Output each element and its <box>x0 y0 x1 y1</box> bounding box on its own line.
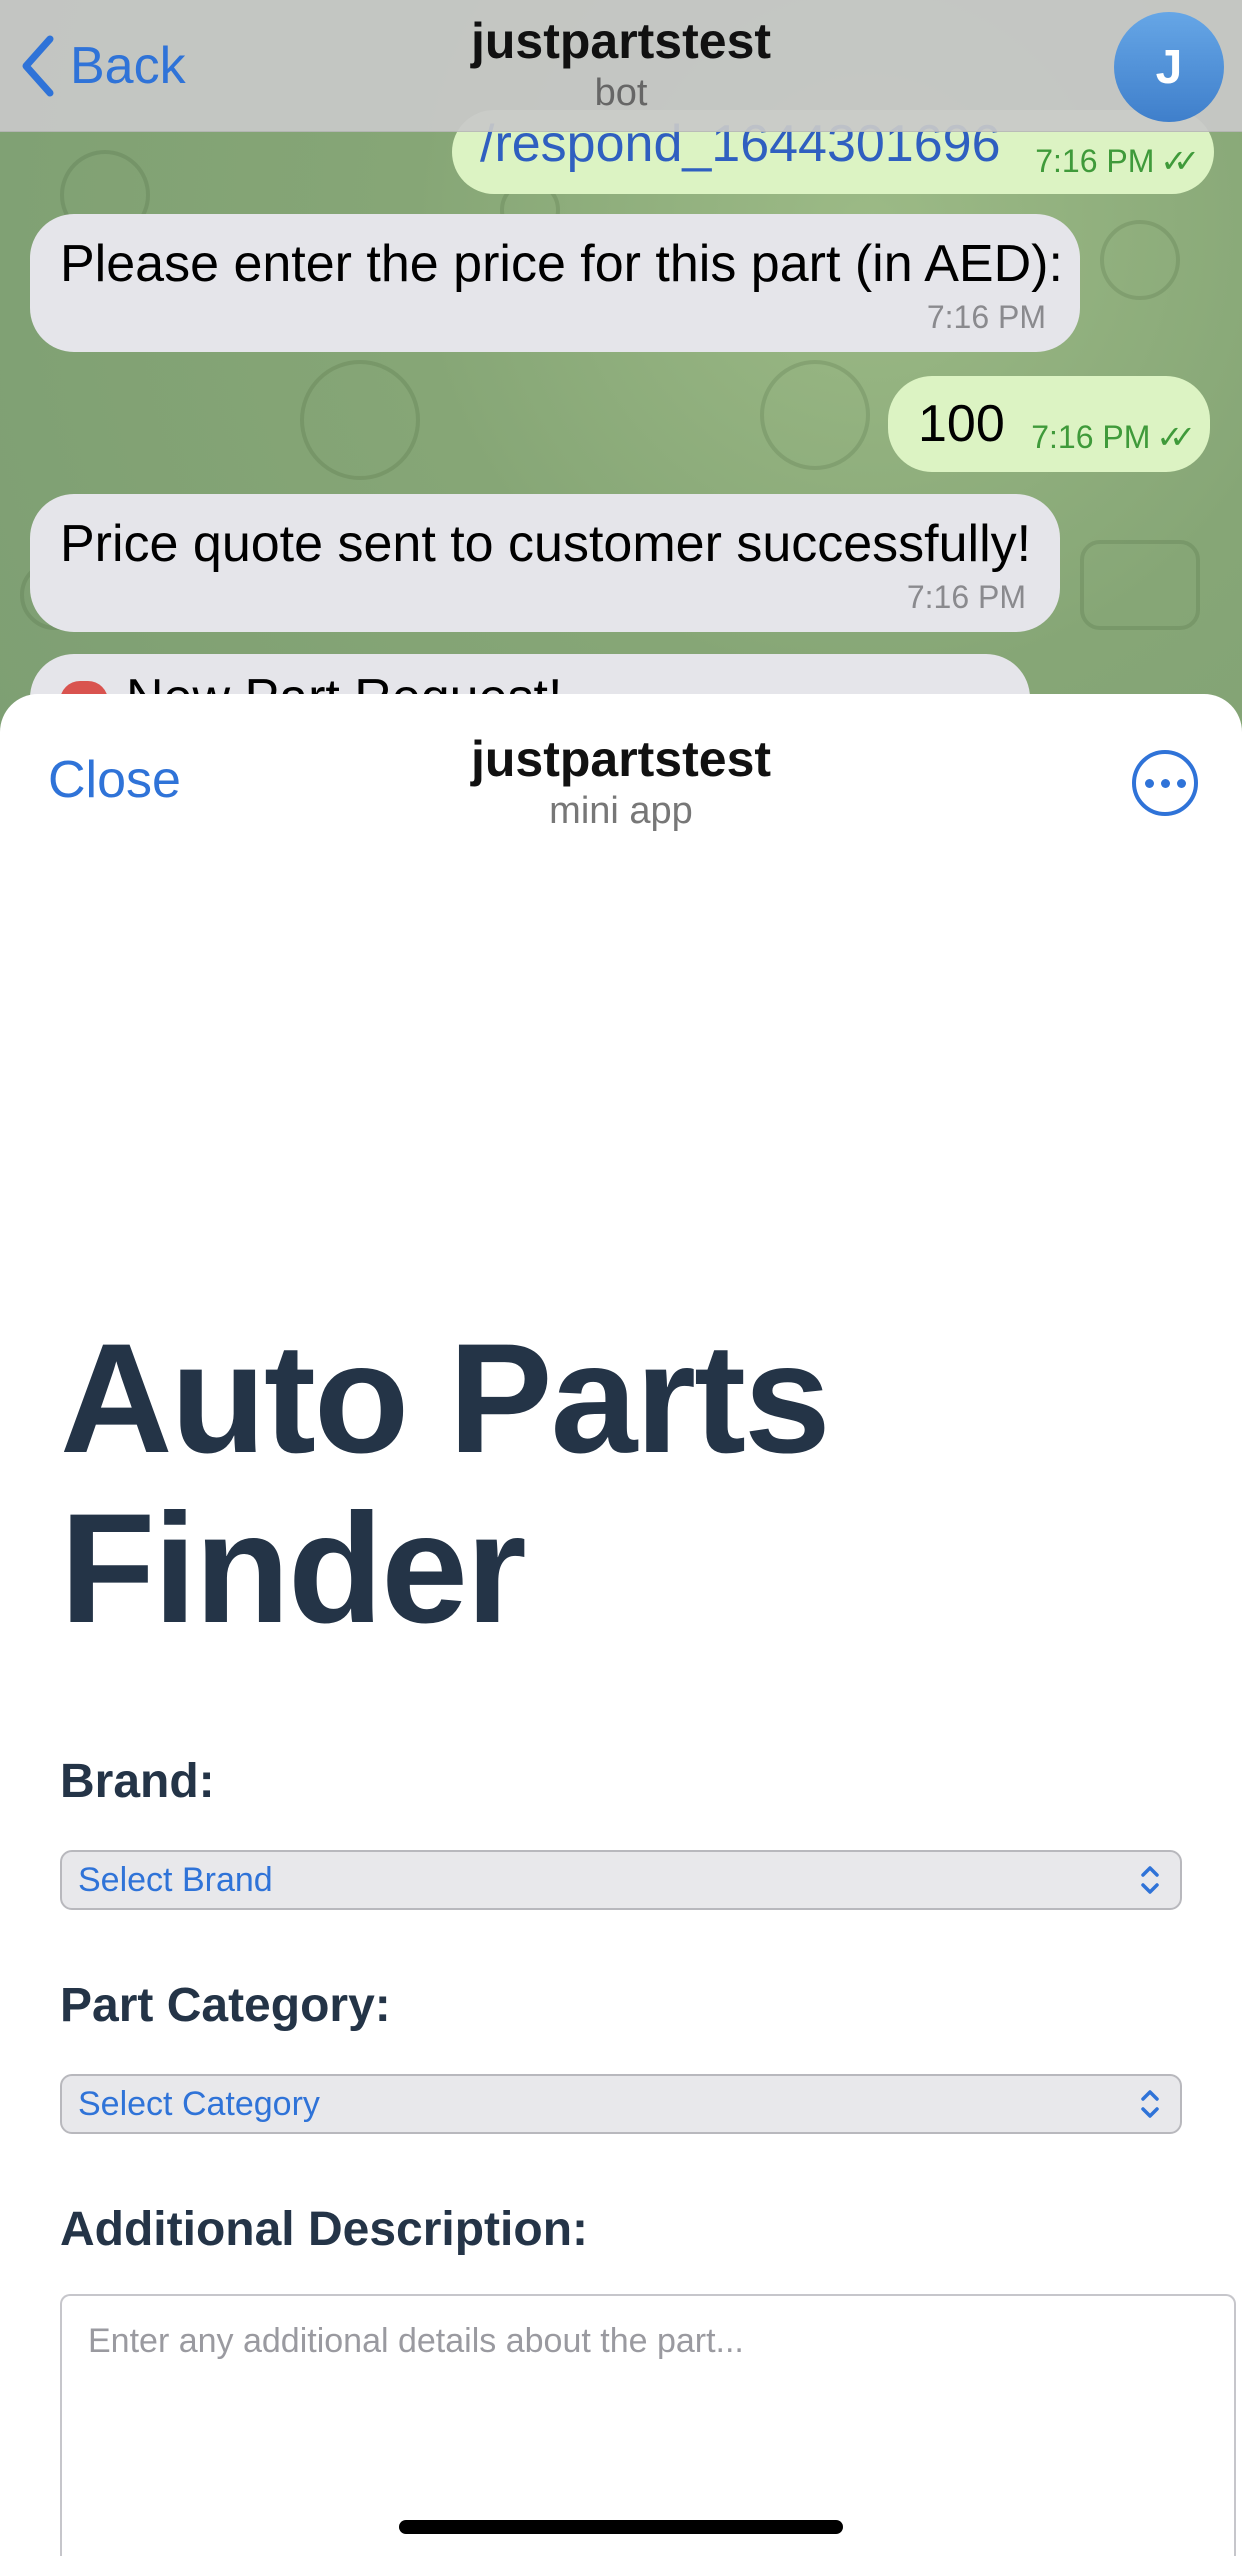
message-time: 7:16 PM <box>1031 419 1151 455</box>
message-text: Please enter the price for this part (in… <box>60 235 1063 293</box>
message-time: 7:16 PM <box>906 579 1026 615</box>
message-time: 7:16 PM <box>926 299 1046 335</box>
description-textarea[interactable]: Enter any additional details about the p… <box>60 2294 1236 2556</box>
home-indicator <box>399 2520 843 2534</box>
message-bubble-incoming[interactable]: Price quote sent to customer successfull… <box>30 494 1060 632</box>
mini-app-subtitle: mini app <box>549 790 693 832</box>
double-check-icon: ✓✓ <box>1160 143 1199 179</box>
more-horizontal-icon <box>1144 778 1154 788</box>
message-bubble-outgoing[interactable]: 100 7:16 PM ✓✓ <box>888 376 1210 472</box>
chat-title[interactable]: justpartstest <box>0 12 1242 70</box>
mini-app-title: justpartstest <box>470 731 772 787</box>
message-bubble-incoming[interactable]: Please enter the price for this part (in… <box>30 214 1080 352</box>
chevron-up-down-icon <box>1141 1866 1159 1894</box>
more-options-button[interactable] <box>1132 750 1198 816</box>
mini-app-sheet: Close justpartstest mini app Auto Parts … <box>0 694 1242 2556</box>
category-select[interactable]: Select Category <box>60 2074 1182 2134</box>
brand-select[interactable]: Select Brand <box>60 1850 1182 1910</box>
brand-select-value[interactable]: Select Brand <box>78 1861 273 1900</box>
message-text: Price quote sent to customer successfull… <box>60 515 1032 573</box>
chevron-up-down-icon <box>1141 2090 1159 2118</box>
message-text: 100 <box>918 395 1005 453</box>
message-time: 7:16 PM <box>1035 143 1155 179</box>
page-title: Auto Parts Finder <box>60 1312 831 1656</box>
chat-subtitle: bot <box>594 72 648 114</box>
double-check-icon: ✓✓ <box>1156 419 1195 455</box>
category-select-value[interactable]: Select Category <box>78 2085 320 2124</box>
category-label: Part Category: <box>60 1979 391 2032</box>
brand-label: Brand: <box>60 1755 215 1808</box>
description-placeholder: Enter any additional details about the p… <box>88 2322 744 2360</box>
description-label: Additional Description: <box>60 2203 588 2256</box>
avatar[interactable]: J <box>1114 12 1224 122</box>
chat-header: Back justpartstest bot J <box>0 0 1242 132</box>
